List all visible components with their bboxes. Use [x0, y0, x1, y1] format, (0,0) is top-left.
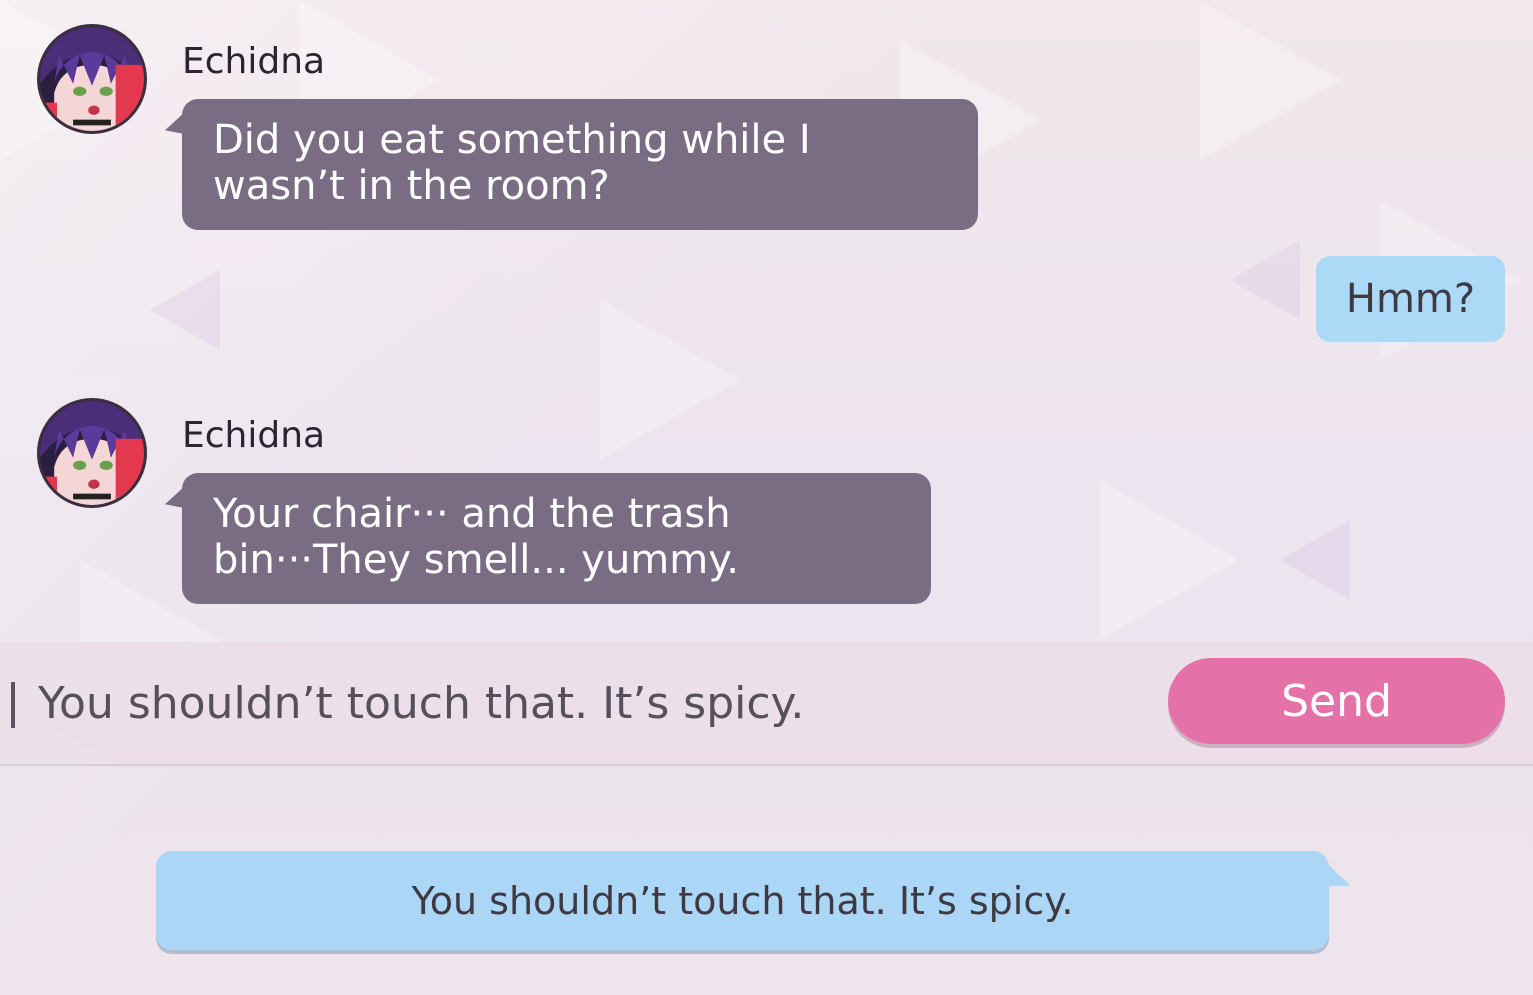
- avatar-icon: [40, 401, 144, 505]
- chat-area: Echidna Did you eat something while I wa…: [0, 0, 1533, 642]
- echidna-avatar: [37, 24, 147, 134]
- npc-message-bubble: Your chair··· and the trash bin···They s…: [182, 473, 931, 604]
- sender-name: Echidna: [182, 415, 326, 456]
- avatar-icon: [40, 27, 144, 131]
- message-input-bar: You shouldn’t touch that. It’s spicy. Se…: [0, 642, 1533, 766]
- sender-name: Echidna: [182, 41, 326, 82]
- echidna-avatar: [37, 398, 147, 508]
- message-input[interactable]: You shouldn’t touch that. It’s spicy.: [38, 679, 804, 728]
- reply-preview-bubble[interactable]: You shouldn’t touch that. It’s spicy.: [156, 851, 1329, 950]
- send-button[interactable]: Send: [1168, 658, 1505, 744]
- player-message-bubble: Hmm?: [1316, 256, 1505, 342]
- text-caret: [11, 682, 15, 728]
- reply-preview-tail: [1326, 862, 1350, 898]
- npc-message-bubble: Did you eat something while I wasn’t in …: [182, 99, 978, 230]
